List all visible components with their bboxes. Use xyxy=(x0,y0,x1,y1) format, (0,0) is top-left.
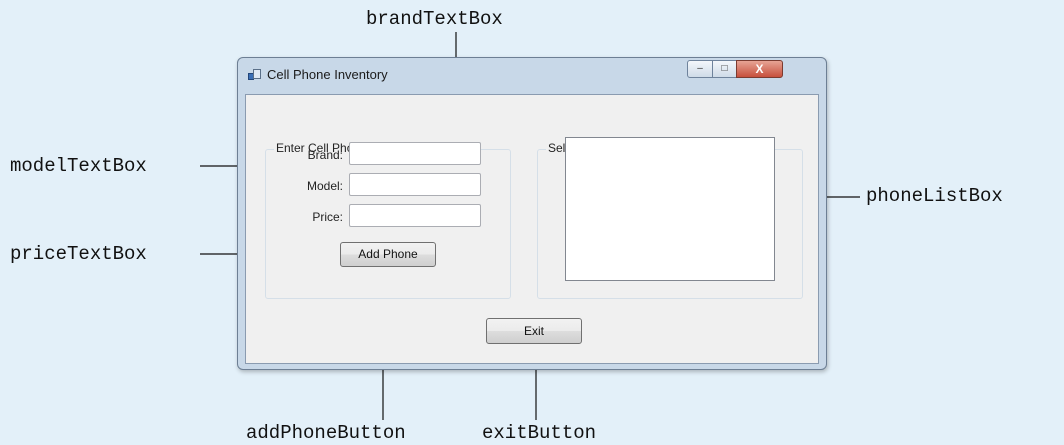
exit-button[interactable]: Exit xyxy=(486,318,582,344)
price-textbox[interactable] xyxy=(349,204,481,227)
window-title: Cell Phone Inventory xyxy=(267,67,388,82)
close-button[interactable]: X xyxy=(736,60,783,78)
callout-price-textbox: priceTextBox xyxy=(10,243,147,265)
minimize-button[interactable]: – xyxy=(687,60,713,78)
form-window: Cell Phone Inventory – □ X Enter Cell Ph… xyxy=(237,57,827,370)
brand-label: Brand: xyxy=(307,148,343,162)
callout-model-textbox: modelTextBox xyxy=(10,155,147,177)
price-label: Price: xyxy=(312,210,343,224)
form-client-area: Enter Cell Phone Data Brand: Model: Pric… xyxy=(245,94,819,364)
callout-add-phone-button: addPhoneButton xyxy=(246,422,406,444)
add-phone-button[interactable]: Add Phone xyxy=(340,242,436,267)
callout-exit-button: exitButton xyxy=(482,422,597,444)
title-bar[interactable]: Cell Phone Inventory – □ X xyxy=(238,58,826,92)
callout-brand-textbox: brandTextBox xyxy=(366,8,503,30)
model-textbox[interactable] xyxy=(349,173,481,196)
app-window-icon[interactable] xyxy=(248,69,261,81)
brand-textbox[interactable] xyxy=(349,142,481,165)
callout-phone-listbox: phoneListBox xyxy=(866,185,1003,207)
model-label: Model: xyxy=(306,179,343,193)
phone-listbox[interactable] xyxy=(565,137,775,281)
maximize-button[interactable]: □ xyxy=(712,60,737,78)
